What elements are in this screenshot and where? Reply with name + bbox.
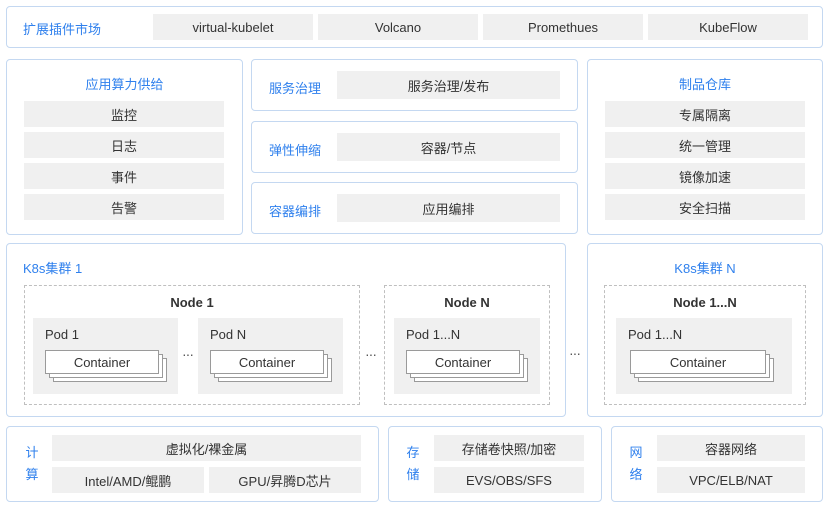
autoscaling-title: 弹性伸缩: [269, 143, 322, 158]
container-stack: Container: [630, 350, 774, 384]
container-stack: Container: [45, 350, 169, 384]
app-compute-item-event: 事件: [24, 163, 224, 189]
network-panel: 网 络 容器网络 VPC/ELB/NAT: [611, 426, 823, 502]
orchestration-value: 应用编排: [337, 194, 560, 222]
artifact-item-security-scan: 安全扫描: [605, 194, 805, 220]
extension-market-title: 扩展插件市场: [23, 22, 102, 37]
app-compute-item-alert: 告警: [24, 194, 224, 220]
extension-market-panel: 扩展插件市场 virtual-kubelet Volcano Promethue…: [6, 6, 823, 48]
compute-cpu: Intel/AMD/鲲鹏: [52, 467, 204, 493]
network-types: VPC/ELB/NAT: [657, 467, 805, 493]
pod-1: Pod 1 Container: [33, 318, 178, 394]
extension-kubeflow: KubeFlow: [648, 14, 808, 40]
network-label: 网 络: [629, 445, 643, 482]
pod-1-n: Pod 1...N Container: [616, 318, 792, 394]
storage-snapshot: 存储卷快照/加密: [434, 435, 584, 461]
artifact-item-management: 统一管理: [605, 132, 805, 158]
node-n-title: Node N: [444, 295, 490, 310]
artifact-repo-panel: 制品仓库 专属隔离 统一管理 镜像加速 安全扫描: [587, 59, 823, 235]
node-1-title: Node 1: [170, 295, 214, 310]
app-compute-item-log: 日志: [24, 132, 224, 158]
node-n: Node N Pod 1...N Container: [384, 285, 550, 405]
container-stack: Container: [210, 350, 334, 384]
pod-1-n-label: Pod 1...N: [406, 327, 461, 342]
k8s-cluster-n: K8s集群 N Node 1...N Pod 1...N Container: [587, 243, 823, 417]
artifact-repo-title: 制品仓库: [678, 77, 731, 92]
storage-panel: 存 储 存储卷快照/加密 EVS/OBS/SFS: [388, 426, 602, 502]
k8s-cluster-1: K8s集群 1 Node 1 Pod 1 Container ··· Pod N…: [6, 243, 566, 417]
orchestration-title: 容器编排: [269, 204, 322, 219]
artifact-item-acceleration: 镜像加速: [605, 163, 805, 189]
k8s-cluster-1-title: K8s集群 1: [23, 261, 83, 276]
pod-1-label: Pod 1: [45, 327, 79, 342]
node-1: Node 1 Pod 1 Container ··· Pod N Contain…: [24, 285, 360, 405]
service-governance-panel: 服务治理 服务治理/发布: [251, 59, 578, 111]
pod-1-n: Pod 1...N Container: [394, 318, 540, 394]
ellipsis-clusters: ···: [569, 345, 581, 361]
autoscaling-panel: 弹性伸缩 容器/节点: [251, 121, 578, 173]
compute-label: 计 算: [25, 445, 39, 482]
container-label: Container: [406, 350, 520, 374]
autoscaling-value: 容器/节点: [337, 133, 560, 161]
node-1-n: Node 1...N Pod 1...N Container: [604, 285, 806, 405]
extension-virtual-kubelet: virtual-kubelet: [153, 14, 313, 40]
service-governance-value: 服务治理/发布: [337, 71, 560, 99]
ellipsis-pods: ···: [182, 346, 194, 362]
pod-1-n-label: Pod 1...N: [628, 327, 683, 342]
container-label: Container: [210, 350, 324, 374]
app-compute-item-monitor: 监控: [24, 101, 224, 127]
extension-volcano: Volcano: [318, 14, 478, 40]
app-compute-title: 应用算力供给: [85, 77, 164, 92]
compute-gpu: GPU/昇腾D芯片: [209, 467, 361, 493]
k8s-cluster-n-title: K8s集群 N: [674, 261, 736, 276]
service-governance-title: 服务治理: [269, 81, 322, 96]
container-label: Container: [45, 350, 159, 374]
ellipsis-nodes: ···: [365, 346, 377, 362]
app-compute-panel: 应用算力供给 监控 日志 事件 告警: [6, 59, 243, 235]
container-label: Container: [630, 350, 766, 374]
network-container: 容器网络: [657, 435, 805, 461]
pod-n: Pod N Container: [198, 318, 343, 394]
extension-promethues: Promethues: [483, 14, 643, 40]
storage-types: EVS/OBS/SFS: [434, 467, 584, 493]
container-stack: Container: [406, 350, 530, 384]
pod-n-label: Pod N: [210, 327, 247, 342]
artifact-item-isolation: 专属隔离: [605, 101, 805, 127]
node-1-n-title: Node 1...N: [673, 295, 737, 310]
orchestration-panel: 容器编排 应用编排: [251, 182, 578, 234]
storage-label: 存 储: [406, 445, 420, 482]
compute-panel: 计 算 虚拟化/裸金属 Intel/AMD/鲲鹏 GPU/昇腾D芯片: [6, 426, 379, 502]
compute-virtualization: 虚拟化/裸金属: [52, 435, 361, 461]
